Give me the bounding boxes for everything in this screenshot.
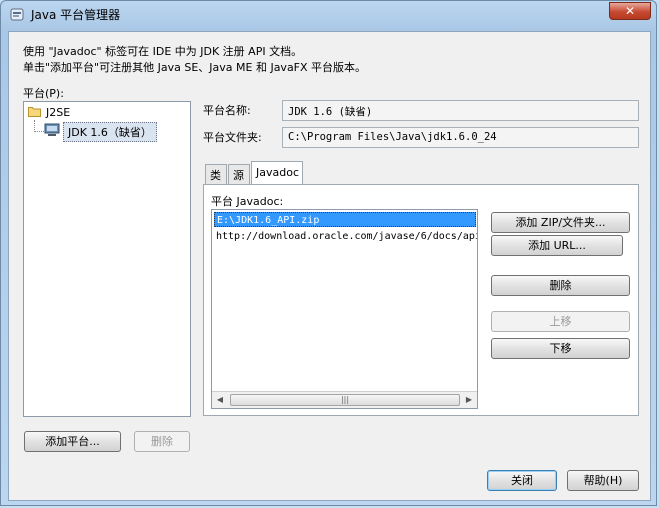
add-platform-button[interactable]: 添加平台... — [24, 431, 121, 452]
javadoc-list[interactable]: E:\JDK1.6_API.zip http://download.oracle… — [211, 209, 478, 409]
add-url-button[interactable]: 添加 URL... — [491, 235, 623, 256]
tab-javadoc[interactable]: Javadoc — [251, 161, 303, 185]
scroll-right-icon[interactable]: ▶ — [461, 392, 477, 408]
platform-name-field[interactable]: JDK 1.6 (缺省) — [282, 100, 639, 121]
javadoc-tab-panel: 平台 Javadoc: E:\JDK1.6_API.zip http://dow… — [203, 184, 639, 416]
description-line-2: 单击"添加平台"可注册其他 Java SE、Java ME 和 JavaFX 平… — [23, 61, 367, 74]
platform-name-label: 平台名称: — [203, 104, 251, 117]
tab-classes[interactable]: 类 — [205, 164, 227, 184]
tree-node-j2se[interactable]: J2SE — [46, 106, 70, 119]
tab-sources[interactable]: 源 — [228, 164, 250, 184]
scroll-left-icon[interactable]: ◀ — [212, 392, 228, 408]
tree-node-jdk16[interactable]: JDK 1.6（缺省） — [63, 122, 157, 142]
window-title: Java 平台管理器 — [31, 8, 121, 22]
remove-javadoc-button[interactable]: 删除 — [491, 275, 630, 296]
title-bar[interactable]: Java 平台管理器 ✕ — [1, 1, 656, 27]
platform-folder-label: 平台文件夹: — [203, 131, 262, 144]
list-item[interactable]: E:\JDK1.6_API.zip — [214, 212, 476, 227]
javadoc-list-label: 平台 Javadoc: — [211, 195, 284, 208]
tree-connector — [34, 131, 44, 132]
folder-icon — [28, 107, 41, 117]
list-item[interactable]: http://download.oracle.com/javase/6/docs… — [214, 229, 477, 244]
platforms-label: 平台(P): — [23, 87, 64, 100]
add-zip-folder-button[interactable]: 添加 ZIP/文件夹... — [491, 212, 630, 233]
move-up-button[interactable]: 上移 — [491, 311, 630, 332]
platform-folder-field[interactable]: C:\Program Files\Java\jdk1.6.0_24 — [282, 127, 639, 148]
computer-icon — [44, 123, 60, 136]
platforms-tree[interactable]: J2SE JDK 1.6（缺省） — [23, 101, 191, 417]
scroll-thumb[interactable]: ||| — [230, 394, 460, 406]
close-button[interactable]: 关闭 — [487, 470, 557, 491]
dialog-body: 使用 "Javadoc" 标签可在 IDE 中为 JDK 注册 API 文档。 … — [8, 31, 651, 501]
platform-manager-window: Java 平台管理器 ✕ 使用 "Javadoc" 标签可在 IDE 中为 JD… — [0, 0, 657, 506]
help-button[interactable]: 帮助(H) — [567, 470, 639, 491]
description-line-1: 使用 "Javadoc" 标签可在 IDE 中为 JDK 注册 API 文档。 — [23, 45, 303, 58]
remove-platform-button[interactable]: 删除 — [134, 431, 190, 452]
window-close-button[interactable]: ✕ — [609, 2, 651, 20]
move-down-button[interactable]: 下移 — [491, 338, 630, 359]
java-cup-icon — [10, 8, 24, 21]
horizontal-scrollbar[interactable]: ◀ ||| ▶ — [212, 391, 477, 408]
